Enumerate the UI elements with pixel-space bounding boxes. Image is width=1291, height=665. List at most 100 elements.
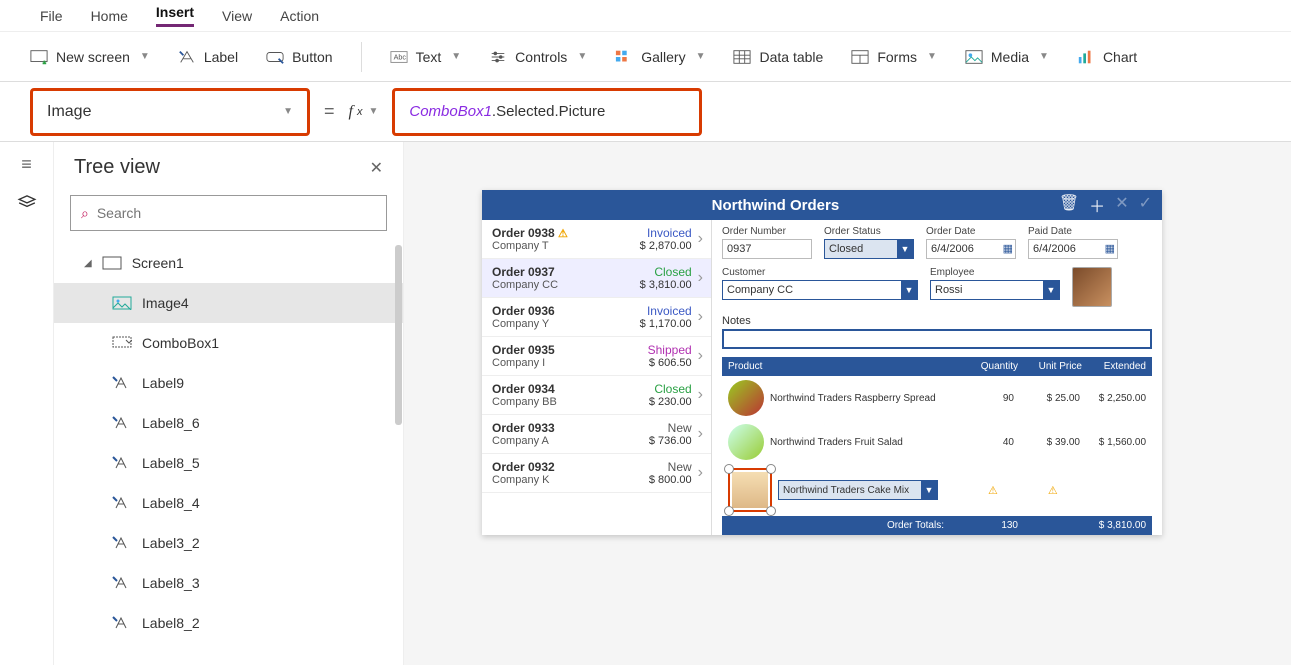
menu-home[interactable]: Home [91, 8, 128, 24]
tree-item-label8_6[interactable]: Label8_6 [54, 403, 403, 443]
ribbon-text-label: Text [416, 49, 442, 65]
ribbon-controls[interactable]: Controls▼ [489, 48, 587, 66]
chevron-down-icon: ▼ [1039, 51, 1049, 62]
selected-image-control[interactable] [728, 468, 772, 512]
ribbon-data-table[interactable]: Data table [733, 48, 823, 66]
ribbon-chart[interactable]: Chart [1077, 48, 1137, 66]
formula-input[interactable]: ComboBox1.Selected.Picture [392, 88, 702, 136]
chevron-down-icon: ▼ [927, 51, 937, 62]
notes-input[interactable] [722, 329, 1152, 349]
tree-item-combobox1[interactable]: ComboBox1 [54, 323, 403, 363]
tree-item-label: Label8_6 [142, 415, 200, 431]
close-icon[interactable]: ✕ [370, 158, 383, 178]
resize-handle[interactable] [766, 464, 776, 474]
order-date-input[interactable]: 6/4/2006▦ [926, 239, 1016, 259]
order-item[interactable]: Order 0932Company KNew$ 800.00› [482, 454, 711, 493]
product-qty: 40 [964, 437, 1014, 448]
customer-dropdown[interactable]: Company CC▼ [722, 280, 918, 300]
menu-insert[interactable]: Insert [156, 4, 194, 27]
tree-item-label8_3[interactable]: Label8_3 [54, 563, 403, 603]
ribbon-media-label: Media [991, 49, 1029, 65]
tree-item-label8_5[interactable]: Label8_5 [54, 443, 403, 483]
product-unit: $ 25.00 [1020, 393, 1080, 404]
order-item[interactable]: Order 0936Company YInvoiced$ 1,170.00› [482, 298, 711, 337]
menu-action[interactable]: Action [280, 8, 319, 24]
resize-handle[interactable] [766, 506, 776, 516]
chevron-right-icon: › [698, 347, 703, 365]
product-row[interactable]: Northwind Traders Fruit Salad40$ 39.00$ … [722, 420, 1152, 464]
product-qty: 90 [964, 393, 1014, 404]
layers-icon[interactable] [17, 195, 37, 209]
order-item[interactable]: Order 0935Company IShipped$ 606.50› [482, 337, 711, 376]
scrollbar-thumb[interactable] [395, 245, 402, 425]
tree-search[interactable]: ⌕ [70, 195, 387, 231]
menu-file[interactable]: File [40, 8, 63, 24]
order-item[interactable]: Order 0933Company ANew$ 736.00› [482, 415, 711, 454]
check-icon[interactable]: ✓ [1139, 193, 1152, 217]
tree-search-input[interactable] [97, 205, 376, 221]
calendar-icon: ▦ [1003, 242, 1013, 255]
chevron-down-icon: ▼ [283, 106, 293, 117]
resize-handle[interactable] [724, 506, 734, 516]
product-row[interactable]: Northwind Traders Raspberry Spread90$ 25… [722, 376, 1152, 420]
chevron-right-icon: › [698, 425, 703, 443]
order-id: Order 0932 [492, 460, 649, 474]
tree-item-label9[interactable]: Label9 [54, 363, 403, 403]
warning-icon: ⚠ [988, 484, 998, 497]
tree-item-label8_4[interactable]: Label8_4 [54, 483, 403, 523]
media-icon [965, 48, 983, 66]
order-item[interactable]: Order 0937Company CCClosed$ 3,810.00› [482, 259, 711, 298]
order-company: Company I [492, 357, 648, 369]
ribbon-gallery[interactable]: Gallery▼ [615, 48, 705, 66]
order-item[interactable]: Order 0934Company BBClosed$ 230.00› [482, 376, 711, 415]
plus-icon[interactable]: ＋ [1089, 193, 1105, 217]
warning-icon: ⚠ [558, 228, 568, 240]
tree-item-image4[interactable]: Image4 [54, 283, 403, 323]
employee-dropdown[interactable]: Rossi▼ [930, 280, 1060, 300]
ribbon-new-screen[interactable]: New screen▼ [30, 48, 150, 66]
table-icon [733, 48, 751, 66]
menu-view[interactable]: View [222, 8, 252, 24]
notes-label: Notes [722, 315, 1152, 327]
gallery-icon [615, 48, 633, 66]
order-amount: $ 230.00 [649, 396, 692, 408]
tree-item-label8_2[interactable]: Label8_2 [54, 603, 403, 643]
employee-photo [1072, 267, 1112, 307]
tree-item-label: Label9 [142, 375, 184, 391]
button-icon [266, 48, 284, 66]
ribbon-label[interactable]: Label [178, 48, 238, 66]
cancel-icon[interactable]: ✕ [1115, 193, 1128, 217]
ribbon: New screen▼ Label Button Abc Text▼ Contr… [0, 32, 1291, 82]
product-thumb [728, 424, 764, 460]
product-header: Product Quantity Unit Price Extended [722, 357, 1152, 376]
ribbon-label-text: Label [204, 49, 238, 65]
order-item[interactable]: Order 0938 ⚠Company TInvoiced$ 2,870.00› [482, 220, 711, 259]
paid-date-input[interactable]: 6/4/2006▦ [1028, 239, 1118, 259]
order-company: Company K [492, 474, 649, 486]
property-selector[interactable]: Image ▼ [30, 88, 310, 136]
order-id: Order 0936 [492, 304, 640, 318]
chevron-down-icon: ▼ [921, 481, 937, 499]
order-number-input[interactable]: 0937 [722, 239, 812, 259]
ribbon-text[interactable]: Abc Text▼ [390, 48, 462, 66]
ribbon-media[interactable]: Media ▼ [965, 48, 1049, 66]
ribbon-button[interactable]: Button [266, 48, 332, 66]
tree-item-label: Image4 [142, 295, 189, 311]
collapse-icon[interactable]: ◢ [84, 258, 92, 269]
order-list[interactable]: Order 0938 ⚠Company TInvoiced$ 2,870.00›… [482, 220, 712, 535]
canvas[interactable]: Northwind Orders 🗑 ＋ ✕ ✓ Order 0938 ⚠Com… [404, 142, 1291, 665]
order-status-dropdown[interactable]: Closed▼ [824, 239, 914, 259]
tree-root[interactable]: ◢ Screen1 [54, 243, 403, 283]
new-product-combobox[interactable]: Northwind Traders Cake Mix ▼ [778, 480, 938, 500]
ribbon-forms[interactable]: Forms▼ [851, 48, 937, 66]
chevron-right-icon: › [698, 230, 703, 248]
col-quantity: Quantity [968, 361, 1018, 372]
fx-button[interactable]: fx ▼ [349, 103, 379, 121]
ribbon-controls-label: Controls [515, 49, 567, 65]
tree-item-label3_2[interactable]: Label3_2 [54, 523, 403, 563]
hamburger-icon[interactable]: ≡ [21, 154, 32, 175]
trash-icon[interactable]: 🗑 [1059, 193, 1079, 217]
product-unit: $ 39.00 [1020, 437, 1080, 448]
chevron-down-icon: ▼ [368, 106, 378, 117]
resize-handle[interactable] [724, 464, 734, 474]
